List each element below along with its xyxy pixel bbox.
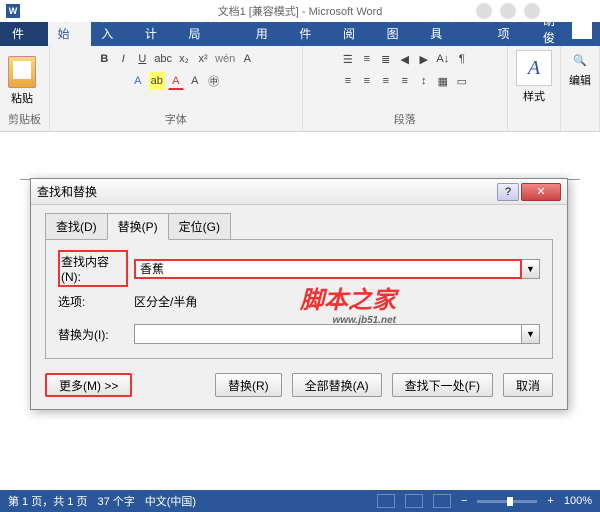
find-icon[interactable]: 🔍 bbox=[570, 50, 590, 70]
find-next-button[interactable]: 查找下一处(F) bbox=[392, 373, 493, 397]
view-read-button[interactable] bbox=[377, 494, 395, 508]
dialog-tab-goto[interactable]: 定位(G) bbox=[168, 213, 231, 240]
document-area[interactable] bbox=[20, 140, 580, 180]
dialog-tab-replace[interactable]: 替换(P) bbox=[107, 213, 169, 240]
clipboard-label: 剪贴板 bbox=[8, 111, 41, 129]
options-value: 区分全/半角 bbox=[134, 293, 197, 310]
strikethrough-button[interactable]: abc bbox=[153, 50, 173, 68]
bold-button[interactable]: B bbox=[96, 50, 112, 68]
ribbon: 粘贴 剪贴板 B I U abc x₂ x² wén A A ab A A ㊥ bbox=[0, 46, 600, 132]
shading-button[interactable]: ▦ bbox=[435, 72, 451, 90]
paste-button[interactable]: 粘贴 bbox=[8, 56, 36, 106]
superscript-button[interactable]: x² bbox=[195, 50, 211, 68]
status-page[interactable]: 第 1 页，共 1 页 bbox=[8, 493, 87, 509]
group-styles: A 样式 bbox=[508, 46, 561, 131]
subscript-button[interactable]: x₂ bbox=[176, 50, 192, 68]
group-paragraph: ☰ ≡ ≣ ◀ ▶ A↓ ¶ ≡ ≡ ≡ ≡ ↕ ▦ ▭ 段落 bbox=[303, 46, 508, 131]
replace-label: 替换为(I): bbox=[58, 326, 128, 343]
replace-dropdown[interactable]: ▼ bbox=[522, 324, 540, 344]
editing-label: 编辑 bbox=[569, 72, 591, 88]
zoom-level[interactable]: 100% bbox=[564, 495, 592, 507]
find-replace-dialog: 查找和替换 ? ✕ 查找(D) 替换(P) 定位(G) 查找内容(N): ▼ 选… bbox=[30, 178, 568, 410]
replace-button[interactable]: 替换(R) bbox=[215, 373, 282, 397]
align-center-button[interactable]: ≡ bbox=[359, 72, 375, 90]
group-editing: 🔍 编辑 bbox=[561, 46, 600, 131]
dialog-title-text: 查找和替换 bbox=[37, 183, 97, 200]
replace-input[interactable] bbox=[134, 324, 522, 344]
highlight-button[interactable]: ab bbox=[149, 72, 165, 90]
more-button[interactable]: 更多(M) >> bbox=[45, 373, 132, 397]
word-icon: W bbox=[6, 4, 20, 18]
document-title: 文档1 [兼容模式] - Microsoft Word bbox=[218, 3, 383, 19]
align-left-button[interactable]: ≡ bbox=[340, 72, 356, 90]
dialog-titlebar[interactable]: 查找和替换 ? ✕ bbox=[31, 179, 567, 205]
view-web-button[interactable] bbox=[433, 494, 451, 508]
styles-label: 样式 bbox=[523, 88, 545, 104]
find-label: 查找内容(N): bbox=[58, 250, 128, 287]
find-dropdown[interactable]: ▼ bbox=[522, 259, 540, 279]
zoom-in-button[interactable]: + bbox=[547, 495, 553, 507]
view-print-button[interactable] bbox=[405, 494, 423, 508]
char-shading-button[interactable]: A bbox=[187, 72, 203, 90]
paragraph-label: 段落 bbox=[311, 111, 499, 129]
statusbar: 第 1 页，共 1 页 37 个字 中文(中国) − + 100% bbox=[0, 490, 600, 512]
zoom-out-button[interactable]: − bbox=[461, 495, 467, 507]
titlebar: W 文档1 [兼容模式] - Microsoft Word bbox=[0, 0, 600, 22]
phonetic-button[interactable]: wén bbox=[214, 50, 236, 68]
font-color-button[interactable]: A bbox=[168, 72, 184, 90]
dialog-help-button[interactable]: ? bbox=[497, 183, 519, 201]
char-border-button[interactable]: A bbox=[239, 50, 255, 68]
replace-all-button[interactable]: 全部替换(A) bbox=[292, 373, 382, 397]
effects-button[interactable]: A bbox=[130, 72, 146, 90]
line-spacing-button[interactable]: ↕ bbox=[416, 72, 432, 90]
show-marks-button[interactable]: ¶ bbox=[454, 50, 470, 68]
justify-button[interactable]: ≡ bbox=[397, 72, 413, 90]
ribbon-tabs: 文件 开始 插入 设计 页面布局 引用 邮件 审阅 视图 开发工具 加载项 胡俊 bbox=[0, 22, 600, 46]
find-input[interactable] bbox=[134, 259, 522, 279]
font-label: 字体 bbox=[58, 111, 294, 129]
bullets-button[interactable]: ☰ bbox=[340, 50, 356, 68]
italic-button[interactable]: I bbox=[115, 50, 131, 68]
cancel-button[interactable]: 取消 bbox=[503, 373, 553, 397]
multilevel-button[interactable]: ≣ bbox=[378, 50, 394, 68]
numbering-button[interactable]: ≡ bbox=[359, 50, 375, 68]
indent-inc-button[interactable]: ▶ bbox=[416, 50, 432, 68]
avatar bbox=[572, 19, 592, 39]
titlebar-decoration bbox=[476, 3, 540, 19]
group-font: B I U abc x₂ x² wén A A ab A A ㊥ 字体 bbox=[50, 46, 303, 131]
sort-button[interactable]: A↓ bbox=[435, 50, 451, 68]
borders-button[interactable]: ▭ bbox=[454, 72, 470, 90]
align-right-button[interactable]: ≡ bbox=[378, 72, 394, 90]
paste-icon bbox=[8, 56, 36, 88]
styles-icon[interactable]: A bbox=[516, 50, 552, 86]
status-words[interactable]: 37 个字 bbox=[97, 493, 134, 509]
dialog-close-button[interactable]: ✕ bbox=[521, 183, 561, 201]
indent-dec-button[interactable]: ◀ bbox=[397, 50, 413, 68]
group-clipboard: 粘贴 剪贴板 bbox=[0, 46, 50, 131]
dialog-tab-find[interactable]: 查找(D) bbox=[45, 213, 108, 240]
options-label: 选项: bbox=[58, 293, 128, 310]
enclose-button[interactable]: ㊥ bbox=[206, 72, 222, 90]
status-lang[interactable]: 中文(中国) bbox=[145, 493, 196, 509]
zoom-slider[interactable] bbox=[477, 500, 537, 503]
underline-button[interactable]: U bbox=[134, 50, 150, 68]
paste-label: 粘贴 bbox=[11, 90, 33, 106]
